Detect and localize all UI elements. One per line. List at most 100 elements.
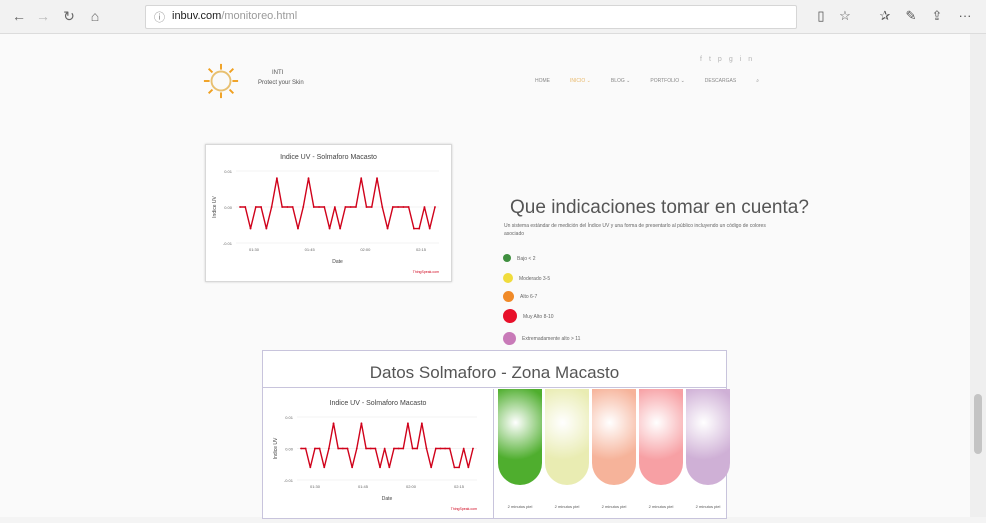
- main-menu: HOME INICIO ⌄ BLOG ⌄ PORTFOLIO ⌄ DESCARG…: [535, 78, 759, 84]
- menu-item-home[interactable]: HOME: [535, 78, 550, 84]
- data-point: [397, 447, 400, 450]
- data-point: [260, 206, 262, 208]
- legend-dot-icon: [503, 309, 517, 323]
- page-scrollbar[interactable]: [970, 34, 986, 517]
- data-point: [239, 206, 241, 208]
- reader-icon[interactable]: ▯: [812, 7, 830, 25]
- legend-dot-icon: [503, 254, 511, 262]
- data-point: [407, 422, 409, 425]
- data-point: [323, 466, 326, 469]
- menu-item-portfolio[interactable]: PORTFOLIO ⌄: [650, 78, 684, 84]
- ball-label: 2 minutos piel: [554, 504, 580, 509]
- legend-dot-icon: [503, 331, 516, 345]
- data-point: [339, 227, 342, 230]
- back-arrow-icon[interactable]: ←: [10, 7, 28, 25]
- twitter-icon[interactable]: t: [709, 56, 718, 63]
- ball-label: 2 minutos piel: [648, 504, 674, 509]
- data-point: [244, 206, 247, 208]
- x-tick-label: 02:00: [406, 484, 417, 489]
- data-point: [453, 466, 456, 469]
- uv-color-ball: [686, 389, 730, 485]
- info-icon[interactable]: ⓘ: [154, 9, 165, 25]
- more-icon[interactable]: ···: [956, 7, 974, 25]
- favorite-star-icon[interactable]: ☆: [836, 7, 854, 25]
- menu-item-inicio[interactable]: INICIO ⌄: [570, 78, 591, 84]
- x-tick-label: 02:15: [454, 484, 465, 489]
- pinterest-icon[interactable]: p: [718, 56, 729, 63]
- data-point: [393, 447, 395, 450]
- y-tick-label: 0.01: [224, 169, 233, 174]
- facebook-icon[interactable]: f: [700, 56, 709, 63]
- brand-tagline: Protect your Skin: [258, 80, 304, 86]
- data-point: [355, 447, 358, 450]
- search-icon[interactable]: ⌕: [756, 78, 759, 84]
- uv-color-ball: [592, 389, 636, 485]
- y-tick-label: 0.00: [285, 447, 294, 452]
- data-point: [254, 206, 257, 208]
- data-point: [416, 447, 419, 450]
- linkedin-icon[interactable]: in: [740, 56, 759, 63]
- legend-dot-icon: [503, 273, 513, 283]
- y-tick-label: -0.01: [284, 478, 294, 483]
- data-point: [355, 206, 357, 208]
- share-icon[interactable]: ⇪: [928, 7, 946, 25]
- url-text: inbuv.com/monitoreo.html: [172, 10, 298, 22]
- data-point: [249, 227, 252, 230]
- data-point: [381, 206, 384, 208]
- legend-label: Muy Alto 8-10: [523, 314, 554, 320]
- uv-color-balls: 2 minutos piel 2 minutos piel 2 minutos pi…: [493, 389, 730, 518]
- ball-label: 2 minutos piel: [507, 504, 533, 509]
- data-point: [297, 227, 299, 230]
- series-line: [301, 423, 474, 469]
- menu-item-blog[interactable]: BLOG ⌄: [611, 78, 631, 84]
- social-icons: ftpgin: [700, 56, 759, 63]
- data-point: [467, 466, 470, 469]
- data-point: [439, 447, 442, 450]
- data-point: [349, 206, 352, 208]
- data-point: [379, 466, 381, 469]
- datos-title: Datos Solmaforo - Zona Macasto: [369, 363, 620, 382]
- uv-color-ball: [639, 389, 683, 485]
- google-icon[interactable]: g: [729, 56, 740, 63]
- data-point: [434, 447, 437, 450]
- data-point: [270, 206, 273, 208]
- x-tick-label: 01:30: [249, 247, 260, 252]
- sun-logo-icon[interactable]: [202, 62, 240, 100]
- pen-icon[interactable]: ✎: [902, 7, 920, 25]
- menu-item-descargas[interactable]: DESCARGAS: [705, 78, 736, 84]
- home-icon[interactable]: ⌂: [86, 7, 104, 25]
- data-point: [265, 227, 268, 230]
- chart-title: Indice UV - Solmaforo Macasto: [280, 154, 377, 161]
- x-tick-label: 02:00: [360, 247, 371, 252]
- forward-arrow-icon[interactable]: →: [34, 7, 52, 25]
- data-point: [402, 206, 405, 208]
- data-point: [302, 206, 305, 208]
- uv-line-chart-small: Indice UV - Solmaforo Macasto Indice UV Da…: [273, 400, 477, 511]
- scrollbar-thumb[interactable]: [974, 394, 982, 454]
- datos-panel: Datos Solmaforo - Zona Macasto Indice UV…: [262, 350, 730, 519]
- data-point: [402, 447, 405, 450]
- data-point: [312, 206, 315, 208]
- data-point: [300, 447, 302, 450]
- data-point: [425, 447, 428, 450]
- data-point: [351, 466, 354, 469]
- address-bar[interactable]: ⓘ inbuv.com/monitoreo.html: [145, 5, 797, 29]
- data-point: [332, 422, 335, 425]
- data-point: [391, 206, 394, 208]
- data-point: [333, 206, 336, 208]
- data-point: [346, 447, 349, 450]
- y-axis-label: Indice UV: [273, 437, 279, 459]
- data-point: [444, 447, 447, 450]
- browser-toolbar: ← → ↻ ⌂ ⓘ inbuv.com/monitoreo.html ▯ ☆ ✰…: [0, 0, 986, 34]
- data-point: [318, 206, 320, 208]
- data-point: [360, 177, 363, 180]
- data-point: [307, 177, 310, 180]
- data-point: [344, 206, 347, 208]
- legend-label: Moderado 3-5: [519, 276, 551, 282]
- data-point: [360, 422, 363, 425]
- x-tick-label: 01:30: [310, 484, 321, 489]
- data-point: [434, 206, 436, 208]
- favorites-icon[interactable]: ✰: [876, 7, 894, 25]
- refresh-icon[interactable]: ↻: [60, 7, 78, 25]
- data-point: [328, 227, 331, 230]
